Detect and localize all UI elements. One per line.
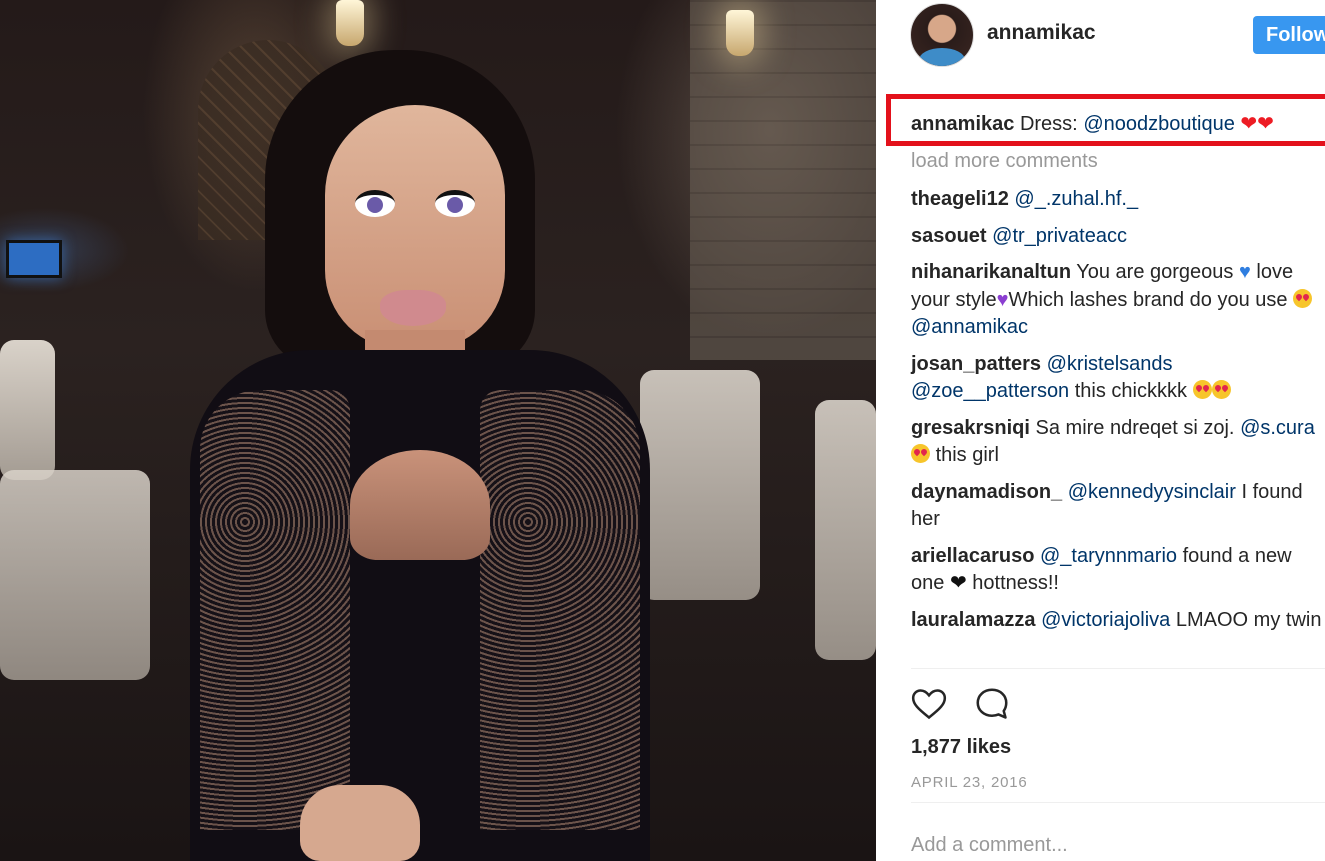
lace-sleeve xyxy=(200,390,350,830)
comment-mention[interactable]: @kennedyysinclair xyxy=(1068,481,1236,503)
neckline-cutout xyxy=(350,450,490,560)
comment-text: Which lashes brand do you use xyxy=(1008,288,1288,311)
avatar[interactable] xyxy=(910,3,974,67)
left-eye xyxy=(355,190,395,217)
comment-item: daynamadison_ @kennedyysinclair I found … xyxy=(911,479,1325,534)
caption-text: Dress: xyxy=(1019,113,1078,135)
comment-button[interactable] xyxy=(972,685,1012,725)
comment-list: theageli12 @_.zuhal.hf._ sasouet @tr_pri… xyxy=(911,186,1325,643)
purple-heart-icon: ♥ xyxy=(996,288,1009,311)
add-comment-input[interactable] xyxy=(911,830,1311,860)
clasped-hands xyxy=(300,785,420,861)
comment-mention[interactable]: @kristelsands xyxy=(1047,353,1173,375)
comment-username[interactable]: sasouet xyxy=(911,225,987,247)
comment-mention[interactable]: @_tarynnmario xyxy=(1040,545,1177,567)
blue-heart-icon: ♥ xyxy=(1238,261,1251,283)
like-button[interactable] xyxy=(909,685,949,725)
post-date: APRIL 23, 2016 xyxy=(911,774,1028,791)
comment-username[interactable]: gresakrsniqi xyxy=(911,417,1030,439)
woman-figure xyxy=(150,30,650,861)
lips xyxy=(380,290,446,326)
comment-username[interactable]: lauralamazza xyxy=(911,609,1036,631)
chair xyxy=(0,340,55,480)
comment-username[interactable]: nihanarikanaltun xyxy=(911,261,1071,283)
right-eye xyxy=(435,190,475,217)
comment-text: LMAOO my twin xyxy=(1175,608,1322,631)
comment-text: this girl xyxy=(935,444,999,466)
divider xyxy=(911,802,1325,803)
chair xyxy=(815,400,876,660)
comment-username[interactable]: josan_patters xyxy=(911,353,1041,375)
comment-text: You are gorgeous xyxy=(1076,261,1234,283)
header-username[interactable]: annamikac xyxy=(987,21,1096,45)
comment-item: gresakrsniqi Sa mire ndreqet si zoj. @s.… xyxy=(911,415,1325,470)
comment-username[interactable]: theageli12 xyxy=(911,188,1009,210)
comment-item: ariellacaruso @_tarynnmario found a new … xyxy=(911,543,1325,598)
comment-item: josan_patters @kristelsands @zoe__patter… xyxy=(911,351,1325,406)
comment-mention[interactable]: @s.cura xyxy=(1240,417,1315,439)
chair xyxy=(640,370,760,600)
caption-mention[interactable]: @noodzboutique xyxy=(1083,113,1235,135)
heart-eyes-emoji-icon xyxy=(1192,380,1212,399)
comment-bubble-icon xyxy=(976,688,1008,719)
comment-mention[interactable]: @victoriajoliva xyxy=(1041,609,1170,631)
background-monitor xyxy=(6,240,62,278)
follow-button[interactable]: Follow xyxy=(1253,16,1325,54)
comment-mention[interactable]: @tr_privateacc xyxy=(992,225,1127,247)
comment-item: theageli12 @_.zuhal.hf._ xyxy=(911,186,1325,214)
comment-item: lauralamazza @victoriajoliva LMAOO my tw… xyxy=(911,607,1325,635)
comment-item: nihanarikanaltun You are gorgeous ♥ love… xyxy=(911,259,1325,342)
black-heart-icon: ❤ xyxy=(949,572,967,594)
post-photo xyxy=(0,0,876,861)
comment-text: Sa mire ndreqet si zoj. xyxy=(1035,416,1235,439)
heart-eyes-emoji-icon xyxy=(1293,288,1313,308)
caption-username[interactable]: annamikac xyxy=(911,113,1014,135)
comment-text: this chickkkk xyxy=(1074,380,1187,402)
brick-wall xyxy=(690,0,876,360)
heart-eyes-emoji-icon xyxy=(1211,380,1231,399)
load-more-comments[interactable]: load more comments xyxy=(911,150,1098,173)
comment-mention[interactable]: @_.zuhal.hf._ xyxy=(1014,188,1138,210)
comment-item: sasouet @tr_privateacc xyxy=(911,223,1325,251)
post-header: annamikac Follow xyxy=(876,0,1325,82)
lace-sleeve xyxy=(480,390,640,830)
post-side-panel: annamikac Follow annamikac Dress: @noodz… xyxy=(876,0,1325,861)
chair xyxy=(0,470,150,680)
heart-eyes-emoji-icon xyxy=(911,444,930,463)
comment-username[interactable]: ariellacaruso xyxy=(911,545,1034,567)
caption-hearts: ❤❤ xyxy=(1240,113,1274,135)
hanging-lamp xyxy=(726,10,754,56)
comment-text: hottness!! xyxy=(972,572,1059,594)
divider xyxy=(911,668,1325,669)
comment-username[interactable]: daynamadison_ xyxy=(911,481,1062,503)
comment-mention[interactable]: @annamikac xyxy=(911,316,1028,338)
caption: annamikac Dress: @noodzboutique ❤❤ xyxy=(911,111,1274,136)
heart-outline-icon xyxy=(911,689,947,720)
likes-count[interactable]: 1,877 likes xyxy=(911,736,1011,759)
comment-mention[interactable]: @zoe__patterson xyxy=(911,380,1069,402)
